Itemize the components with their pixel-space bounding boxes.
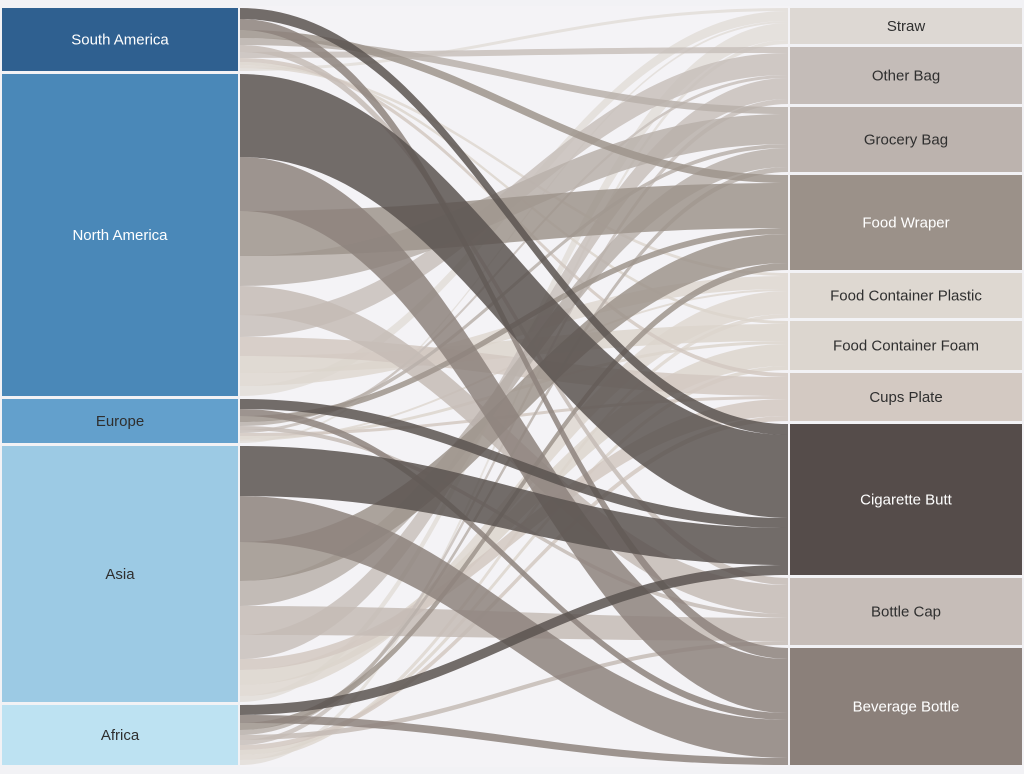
source-node-south-america[interactable]: [2, 8, 238, 71]
target-node-food-container-foam[interactable]: [790, 321, 1022, 370]
target-nodes-layer: [790, 8, 1022, 765]
target-node-food-container-plastic[interactable]: [790, 273, 1022, 318]
source-node-north-america[interactable]: [2, 74, 238, 396]
target-node-cigarette-butt[interactable]: [790, 424, 1022, 575]
sankey-chart: South America North America Europe Asia Afri…: [0, 0, 1024, 774]
sankey-svg: South AmericaNorth AmericaEuropeAsiaAfri…: [2, 6, 1022, 767]
target-node-bottle-cap[interactable]: [790, 578, 1022, 645]
target-node-straw[interactable]: [790, 8, 1022, 44]
source-node-africa[interactable]: [2, 705, 238, 765]
target-node-grocery-bag[interactable]: [790, 107, 1022, 172]
target-node-other-bag[interactable]: [790, 47, 1022, 104]
source-nodes-layer: [2, 8, 238, 765]
source-node-europe[interactable]: [2, 399, 238, 443]
target-node-food-wraper[interactable]: [790, 175, 1022, 270]
source-node-asia[interactable]: [2, 446, 238, 702]
target-node-beverage-bottle[interactable]: [790, 648, 1022, 765]
target-node-cups-plate[interactable]: [790, 373, 1022, 421]
